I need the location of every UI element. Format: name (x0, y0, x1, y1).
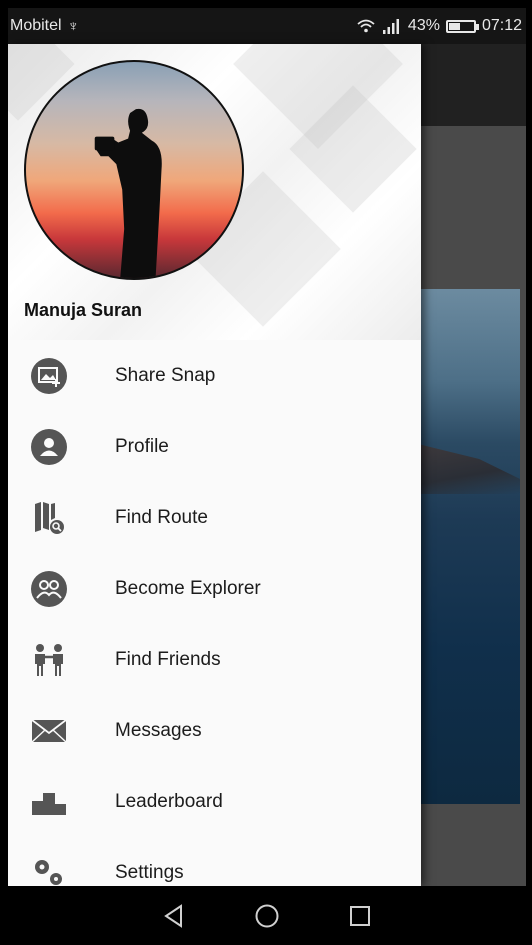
home-icon (255, 904, 279, 927)
recents-button[interactable] (345, 901, 375, 931)
menu-item-messages[interactable]: Messages (8, 695, 421, 766)
drawer-header: Manuja Suran (8, 44, 421, 340)
menu-label-profile: Profile (115, 435, 169, 457)
messages-icon (30, 712, 68, 750)
carrier-name: Mobitel (10, 17, 62, 34)
battery-level (448, 22, 461, 30)
drawer-menu: Share Snap Profile Find Route Become Exp… (8, 340, 421, 886)
system-nav-bar (8, 886, 526, 945)
menu-item-leaderboard[interactable]: Leaderboard (8, 766, 421, 837)
device-screen: Mobitel ♆ 43% 07:12 Manuja Suran Share S… (8, 8, 526, 945)
leaderboard-icon (30, 783, 68, 821)
find-friends-icon (30, 641, 68, 679)
menu-item-share-snap[interactable]: Share Snap (8, 340, 421, 411)
menu-label-leaderboard: Leaderboard (115, 790, 223, 812)
menu-label-messages: Messages (115, 719, 202, 741)
user-name: Manuja Suran (24, 300, 143, 320)
menu-item-profile[interactable]: Profile (8, 411, 421, 482)
recents-icon (349, 905, 370, 926)
navigation-drawer: Manuja Suran Share Snap Profile Find Rou… (8, 44, 421, 886)
battery-percent: 43% (407, 17, 440, 34)
background-photo (418, 289, 520, 804)
menu-item-find-friends[interactable]: Find Friends (8, 624, 421, 695)
menu-label-become-explorer: Become Explorer (115, 577, 261, 599)
menu-label-find-friends: Find Friends (115, 648, 221, 670)
menu-item-settings[interactable]: Settings (8, 837, 421, 886)
wifi-icon (357, 19, 375, 33)
menu-label-find-route: Find Route (115, 506, 208, 528)
menu-item-find-route[interactable]: Find Route (8, 482, 421, 553)
become-explorer-icon (30, 570, 68, 608)
share-snap-icon (30, 357, 68, 395)
status-bar: Mobitel ♆ 43% 07:12 (8, 8, 526, 44)
menu-item-become-explorer[interactable]: Become Explorer (8, 553, 421, 624)
home-button[interactable] (252, 901, 282, 931)
battery-icon (445, 19, 479, 33)
back-button[interactable] (159, 901, 189, 931)
clock: 07:12 (481, 17, 522, 34)
signal-icon (382, 19, 399, 34)
settings-icon (30, 854, 68, 887)
photographer-silhouette (94, 108, 162, 278)
back-icon (164, 903, 183, 928)
profile-icon (30, 428, 68, 466)
find-route-icon (30, 499, 68, 537)
menu-label-share-snap: Share Snap (115, 364, 216, 386)
menu-label-settings: Settings (115, 861, 184, 883)
avatar[interactable] (24, 60, 244, 280)
usb-icon: ♆ (67, 17, 79, 35)
